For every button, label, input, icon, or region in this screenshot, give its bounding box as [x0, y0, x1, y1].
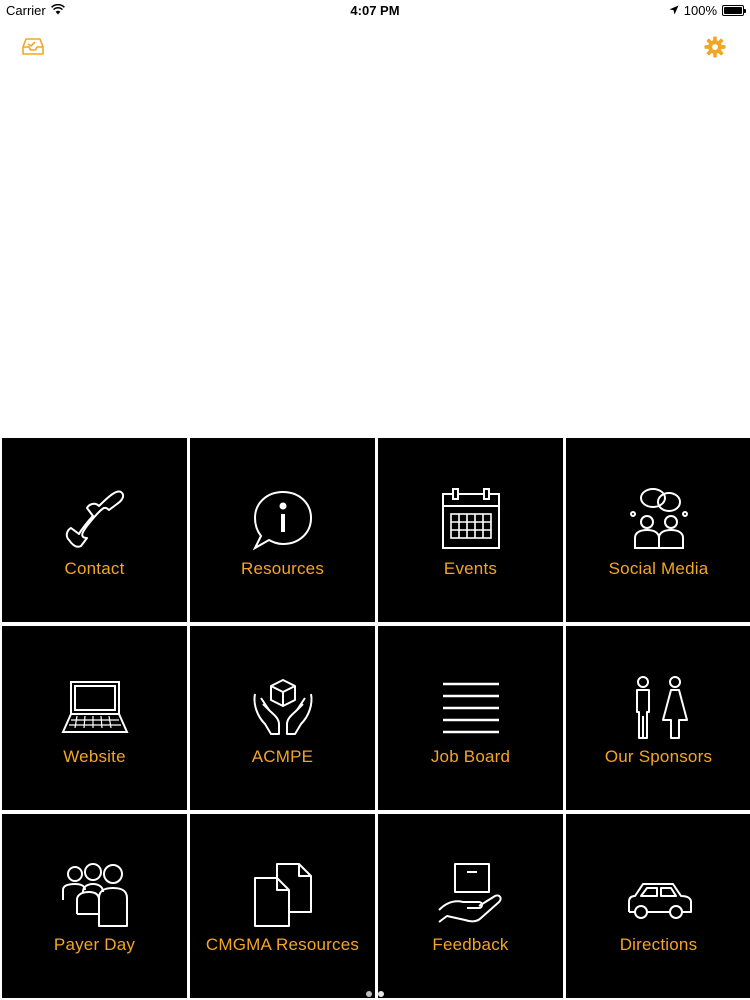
- tile-label: Payer Day: [53, 935, 136, 954]
- page-indicator[interactable]: [0, 991, 750, 999]
- location-arrow-icon: [669, 3, 679, 18]
- tile-resources[interactable]: Resources: [190, 438, 375, 622]
- tile-label: Our Sponsors: [604, 747, 713, 766]
- tile-our-sponsors[interactable]: Our Sponsors: [566, 626, 750, 810]
- tile-website[interactable]: Website: [2, 626, 187, 810]
- gear-icon[interactable]: [702, 34, 728, 60]
- tile-label: CMGMA Resources: [205, 935, 360, 954]
- calendar-icon: [435, 484, 507, 556]
- tile-label: Resources: [240, 559, 325, 578]
- tile-events[interactable]: Events: [378, 438, 563, 622]
- page-dot[interactable]: [378, 991, 384, 997]
- status-time: 4:07 PM: [350, 3, 400, 18]
- documents-icon: [247, 860, 319, 932]
- tile-label: Events: [443, 559, 498, 578]
- laptop-icon: [59, 672, 131, 744]
- status-bar: Carrier 4:07 PM 100%: [0, 0, 750, 22]
- hand-box-icon: [435, 860, 507, 932]
- tile-contact[interactable]: Contact: [2, 438, 187, 622]
- hands-box-icon: [247, 672, 319, 744]
- car-icon: [623, 860, 695, 932]
- group-icon: [59, 860, 131, 932]
- inbox-icon[interactable]: [20, 34, 46, 60]
- menu-grid: Contact Resources Events Social Media We…: [0, 438, 750, 1000]
- tile-acmpe[interactable]: ACMPE: [190, 626, 375, 810]
- status-right: 100%: [669, 3, 746, 18]
- tile-label: Job Board: [430, 747, 511, 766]
- page-dot-active[interactable]: [366, 991, 372, 997]
- phone-icon: [59, 484, 131, 556]
- top-nav: [0, 22, 750, 72]
- tile-cmgma-resources[interactable]: CMGMA Resources: [190, 814, 375, 998]
- tile-payer-day[interactable]: Payer Day: [2, 814, 187, 998]
- info-bubble-icon: [247, 484, 319, 556]
- tile-social-media[interactable]: Social Media: [566, 438, 750, 622]
- man-woman-icon: [623, 672, 695, 744]
- lines-icon: [435, 672, 507, 744]
- tile-label: Social Media: [608, 559, 709, 578]
- battery-icon: [722, 5, 746, 16]
- people-chat-icon: [623, 484, 695, 556]
- tile-feedback[interactable]: Feedback: [378, 814, 563, 998]
- tile-directions[interactable]: Directions: [566, 814, 750, 998]
- tile-label: Directions: [619, 935, 698, 954]
- tile-label: Website: [63, 747, 126, 766]
- tile-label: Contact: [64, 559, 125, 578]
- tile-label: Feedback: [432, 935, 509, 954]
- tile-job-board[interactable]: Job Board: [378, 626, 563, 810]
- tile-label: ACMPE: [251, 747, 314, 766]
- battery-percent: 100%: [683, 3, 717, 18]
